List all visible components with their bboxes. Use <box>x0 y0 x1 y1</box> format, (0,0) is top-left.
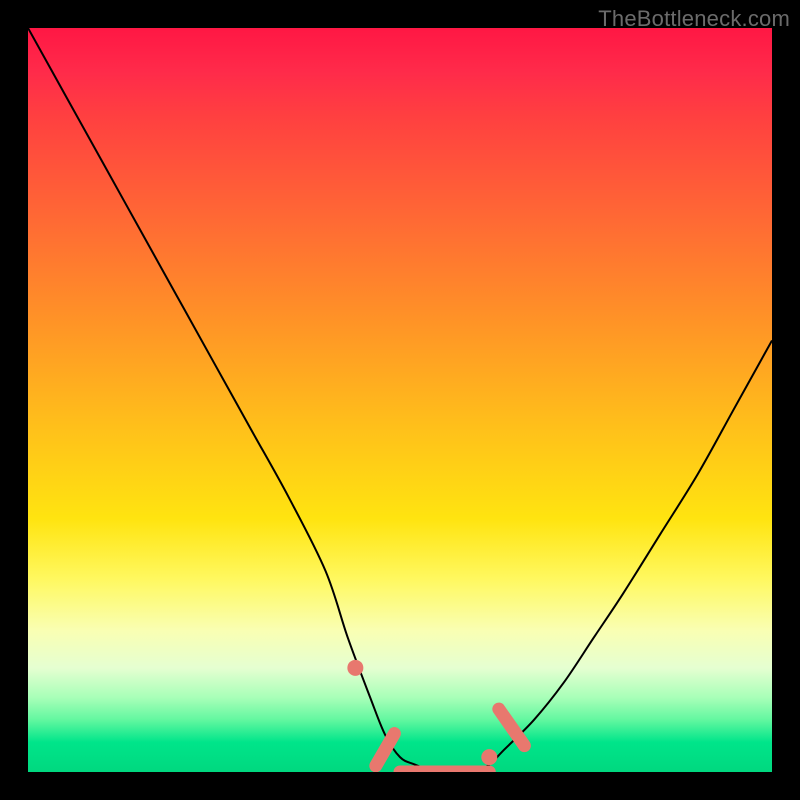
marker-right-dot <box>481 749 497 765</box>
bottleneck-curve <box>28 28 772 772</box>
marker-left-dash <box>376 734 395 766</box>
plot-area <box>28 28 772 772</box>
watermark-text: TheBottleneck.com <box>598 6 790 32</box>
curve-overlay <box>28 28 772 772</box>
chart-frame: TheBottleneck.com <box>0 0 800 800</box>
marker-right-dash <box>499 709 525 746</box>
marker-left-joint <box>347 660 363 676</box>
